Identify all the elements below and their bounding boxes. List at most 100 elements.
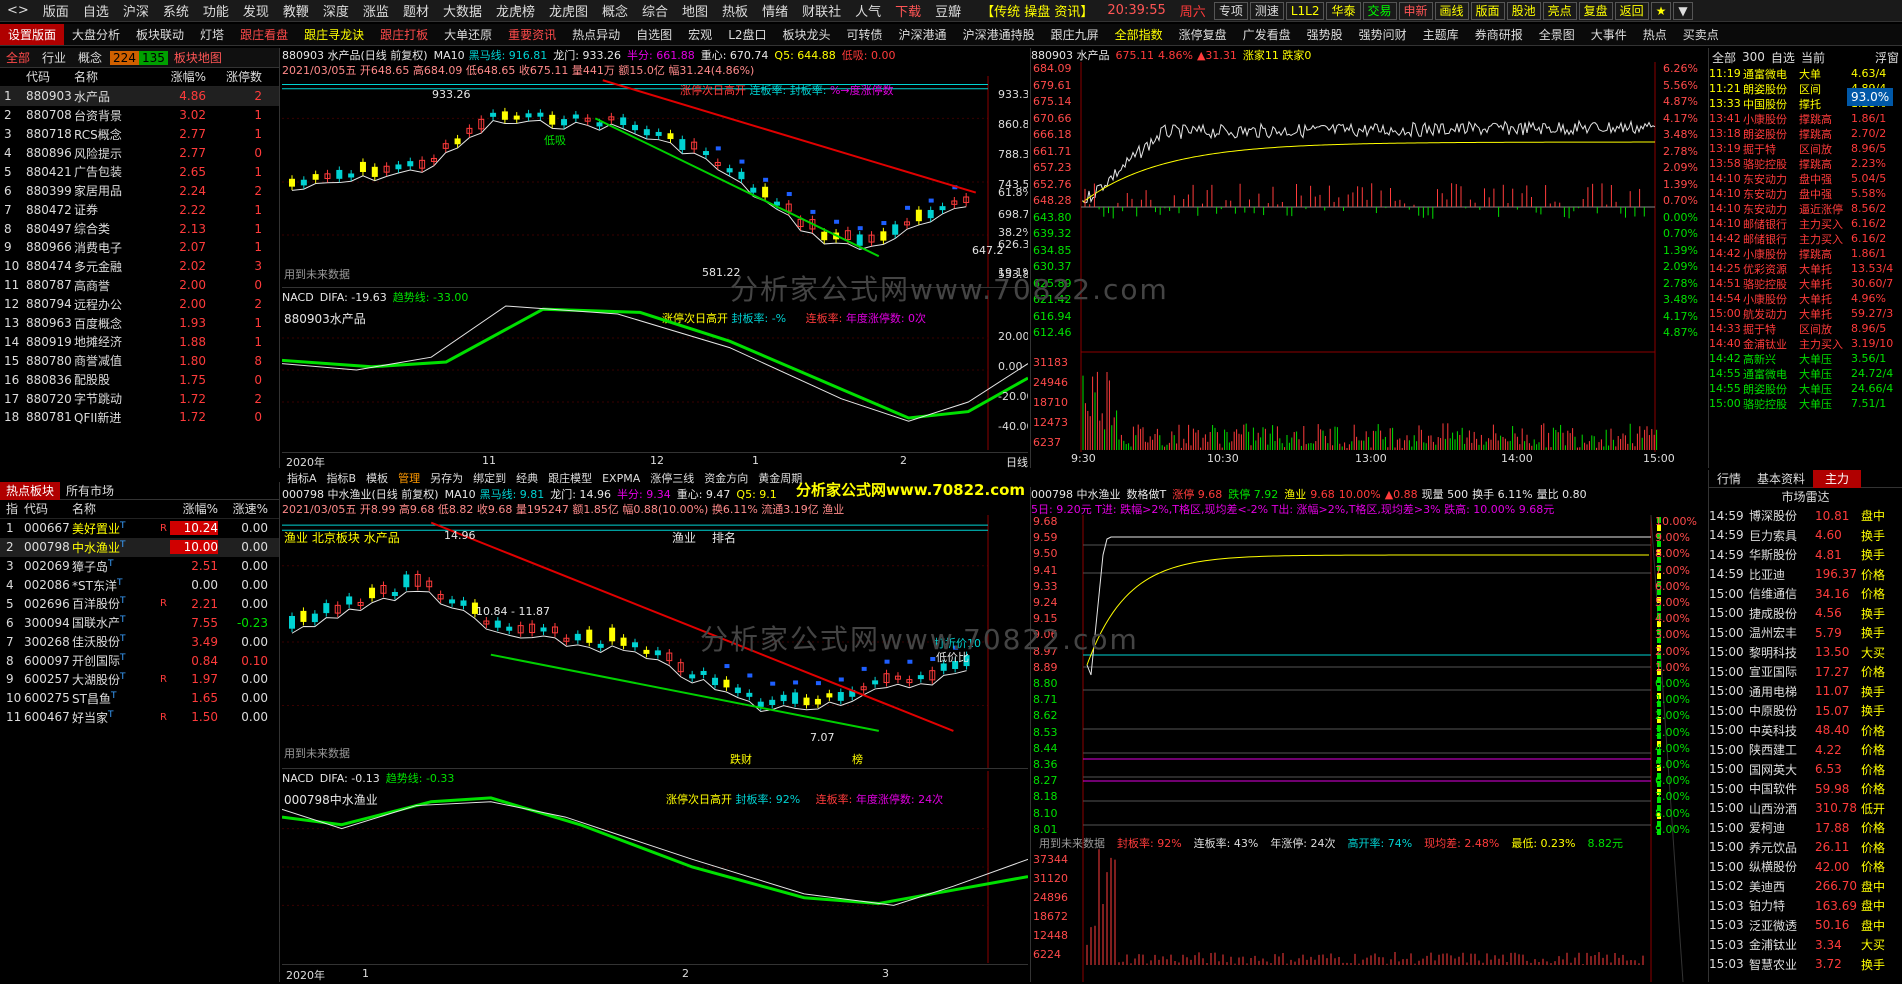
radar-row[interactable]: 13:41 小康股份 撑跳高 1.86/1	[1709, 111, 1902, 126]
sector-row[interactable]: 8 880497 综合类 2.13 1	[0, 219, 279, 238]
function-tab[interactable]: 全景图	[1531, 26, 1583, 43]
radar-tab-watch[interactable]: 自选	[1768, 49, 1798, 66]
function-tab[interactable]: 跟庄寻龙诀	[296, 26, 372, 43]
indicator-toolbar-item[interactable]: 资金方向	[699, 470, 753, 486]
radar-row[interactable]: 15:00 骆驼控股 大单压 7.51/1	[1709, 396, 1902, 411]
stock-row[interactable]: 5 002696 百洋股份T R 2.21 0.00	[0, 594, 279, 613]
function-tab[interactable]: 板块联动	[128, 26, 192, 43]
function-tab[interactable]: 沪深港通	[891, 26, 955, 43]
tab-industry[interactable]: 行业	[36, 48, 72, 68]
sector-row[interactable]: 5 880421 广告包装 2.65 1	[0, 162, 279, 181]
menu-item[interactable]: 自选	[76, 1, 116, 20]
stock-row[interactable]: 2 000798 中水渔业T 10.00 0.00	[0, 537, 279, 557]
sector-row[interactable]: 4 880896 风险提示 2.77 0	[0, 144, 279, 163]
radar-row[interactable]: 15:03 智慧农业 3.72 换手	[1709, 955, 1902, 975]
function-tab[interactable]: 主题库	[1415, 26, 1467, 43]
radar-row[interactable]: 15:00 爱柯迪 17.88 价格	[1709, 818, 1902, 838]
radar-tab-300[interactable]: 300	[1739, 50, 1768, 64]
function-tab[interactable]: 板块龙头	[775, 26, 839, 43]
tab-concept[interactable]: 概念	[72, 48, 108, 68]
menu-item[interactable]: 财联社	[795, 1, 848, 20]
menu-item[interactable]: 综合	[635, 1, 675, 20]
sector-row[interactable]: 15 880780 商誉减值 1.80 8	[0, 351, 279, 370]
toolbar-button[interactable]: 画线	[1434, 1, 1469, 20]
intraday-stock-chart[interactable]: 000798 中水渔业 数格做T 涨停 9.68 跌停 7.92 渔业 9.68…	[1030, 487, 1706, 982]
radar-row[interactable]: 15:00 中国软件 59.98 价格	[1709, 779, 1902, 799]
menu-item[interactable]: 豆瓣	[928, 1, 968, 20]
function-tab[interactable]: 涨停复盘	[1171, 26, 1235, 43]
function-tab[interactable]: 可转债	[839, 26, 891, 43]
radar-row[interactable]: 11:19 通富微电 大单 4.63/4	[1709, 66, 1902, 81]
indicator-toolbar-item[interactable]: 涨停三线	[645, 470, 699, 486]
radar-row[interactable]: 15:03 金浦钛业 3.34 大买	[1709, 935, 1902, 955]
radar-row[interactable]: 14:54 小康股份 大单托 4.96%	[1709, 291, 1902, 306]
indicator-toolbar-item[interactable]: 另存为	[425, 470, 468, 486]
function-tab[interactable]: 广发看盘	[1235, 26, 1299, 43]
toolbar-button[interactable]: 股池	[1506, 1, 1541, 20]
bottom-macd-chart[interactable]: NACD DIFA: -0.13 趋势线: -0.33 000798中水渔业 涨…	[282, 771, 1028, 963]
tab-hot-sectors[interactable]: 热点板块	[0, 482, 61, 500]
radar-row[interactable]: 14:10 邮储银行 主力买入 6.16/2	[1709, 216, 1902, 231]
radar-row[interactable]: 15:00 捷成股份 4.56 换手	[1709, 604, 1902, 624]
menu-item[interactable]: 大数据	[436, 1, 489, 20]
function-tab[interactable]: 重要资讯	[500, 26, 564, 43]
stock-row[interactable]: 7 300268 佳沃股份T 3.49 0.00	[0, 632, 279, 651]
radar-row[interactable]: 14:42 高新兴 大单压 3.56/1	[1709, 351, 1902, 366]
radar-row[interactable]: 15:02 美迪西 266.70 盘中	[1709, 877, 1902, 897]
toolbar-button[interactable]: 版面	[1470, 1, 1505, 20]
radar-row[interactable]: 13:58 骆驼控股 撑跳高 2.23%	[1709, 156, 1902, 171]
toolbar-button[interactable]: L1L2	[1285, 1, 1325, 20]
float-window-button[interactable]: 浮窗	[1872, 49, 1902, 66]
indicator-toolbar-item[interactable]: 指标B	[322, 470, 362, 486]
menu-item[interactable]: 涨监	[356, 1, 396, 20]
sector-row[interactable]: 17 880720 字节跳动 1.72 2	[0, 389, 279, 408]
menu-item[interactable]: 题材	[396, 1, 436, 20]
radar-row[interactable]: 15:03 铂力特 163.69 盘中	[1709, 896, 1902, 916]
toolbar-button[interactable]: 亮点	[1542, 1, 1577, 20]
indicator-toolbar-item[interactable]: 经典	[511, 470, 543, 486]
function-tab[interactable]: 强势股	[1299, 26, 1351, 43]
radar-row[interactable]: 14:59 比亚迪 196.37 价格	[1709, 565, 1902, 585]
radar-row[interactable]: 15:00 中原股份 15.07 换手	[1709, 701, 1902, 721]
radar-row[interactable]: 14:25 优彩资源 大单托 13.53/4	[1709, 261, 1902, 276]
stock-row[interactable]: 8 600097 开创国际T 0.84 0.10	[0, 651, 279, 670]
function-tab[interactable]: 全部指数	[1107, 26, 1171, 43]
menu-item[interactable]: 情绪	[755, 1, 795, 20]
function-tab[interactable]: 热点	[1635, 26, 1675, 43]
radar-row[interactable]: 15:00 山西汾酒 310.78 低开	[1709, 799, 1902, 819]
nav-arrows[interactable]: <>	[0, 3, 36, 18]
toolbar-button[interactable]: ★	[1650, 1, 1672, 20]
radar-row[interactable]: 15:00 纵横股份 42.00 价格	[1709, 857, 1902, 877]
menu-item[interactable]: 发现	[236, 1, 276, 20]
sector-row[interactable]: 6 880399 家居用品 2.24 2	[0, 181, 279, 200]
sector-row[interactable]: 3 880718 RCS概念 2.77 1	[0, 125, 279, 144]
indicator-toolbar-item[interactable]: 管理	[393, 470, 425, 486]
radar-row[interactable]: 13:18 朗姿股份 撑跳高 2.70/2	[1709, 126, 1902, 141]
radar-row[interactable]: 14:59 华斯股份 4.81 换手	[1709, 545, 1902, 565]
function-tab[interactable]: 券商研报	[1467, 26, 1531, 43]
intraday-sector-chart[interactable]: 880903 水产品 675.11 4.86% ▲31.31 涨家11 跌家0 …	[1030, 48, 1706, 468]
sector-row[interactable]: 1 880903 水产品 4.86 2	[0, 86, 279, 106]
menu-item[interactable]: 龙虎图	[542, 1, 595, 20]
stock-row[interactable]: 9 600257 大湖股份T R 1.97 0.00	[0, 670, 279, 689]
radar-tab-all[interactable]: 全部	[1709, 49, 1739, 66]
menu-item[interactable]: 功能	[196, 1, 236, 20]
stock-row[interactable]: 3 002069 獐子岛T 2.51 0.00	[0, 557, 279, 576]
function-tab[interactable]: 跟庄打板	[372, 26, 436, 43]
radar-row[interactable]: 14:10 东安动力 盘中强 5.04/5	[1709, 171, 1902, 186]
sector-row[interactable]: 2 880708 台资背景 3.02 1	[0, 106, 279, 125]
tab-all-markets[interactable]: 所有市场	[60, 482, 120, 499]
sector-map-link[interactable]: 板块地图	[168, 48, 228, 68]
radar-row[interactable]: 15:00 通用电梯 11.07 换手	[1709, 682, 1902, 702]
function-tab[interactable]: 设置版面	[0, 24, 65, 45]
radar-row[interactable]: 15:00 国网英大 6.53 价格	[1709, 760, 1902, 780]
radar-row[interactable]: 13:19 掘于特 区间放 8.96/5	[1709, 141, 1902, 156]
menu-item[interactable]: 地图	[675, 1, 715, 20]
toolbar-button[interactable]: 申新	[1398, 1, 1433, 20]
radar-row[interactable]: 14:51 骆驼控股 大单托 30.60/7	[1709, 276, 1902, 291]
radar-row[interactable]: 15:00 陕西建工 4.22 价格	[1709, 740, 1902, 760]
stock-row[interactable]: 1 000667 美好置业T R 10.24 0.00	[0, 519, 279, 538]
menu-item[interactable]: 下载	[888, 1, 928, 20]
menu-item[interactable]: 深度	[316, 1, 356, 20]
tab-all[interactable]: 全部	[0, 48, 36, 68]
